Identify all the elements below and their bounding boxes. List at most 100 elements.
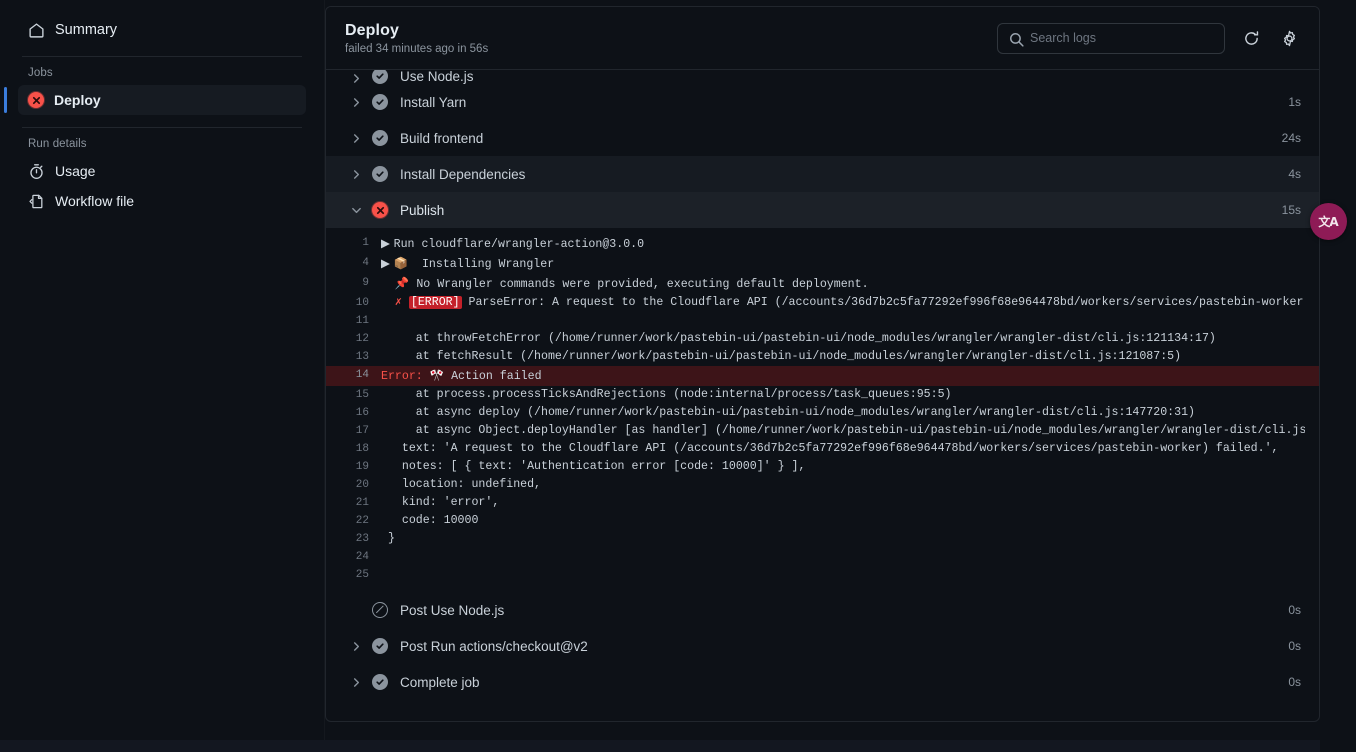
log-line: 18 text: 'A request to the Cloudflare AP… (326, 440, 1319, 458)
stopwatch-icon (28, 163, 45, 180)
sidebar-item-workflow-file[interactable]: Workflow file (18, 186, 306, 216)
log-line-number: 25 (355, 569, 369, 581)
step-row[interactable]: Install Yarn 1s (326, 84, 1319, 120)
chevron-down-icon (348, 205, 364, 216)
step-name: Use Node.js (400, 70, 474, 84)
chevron-right-icon (348, 677, 364, 688)
log-line: 14 Error: 🎌 Action failed (326, 366, 1319, 386)
log-line: 22 code: 10000 (326, 512, 1319, 530)
log-line-text: code: 10000 (381, 514, 479, 527)
sidebar-item-deploy-label: Deploy (54, 92, 101, 108)
step-duration: 0s (1288, 603, 1301, 617)
log-line: 9 📌 No Wrangler commands were provided, … (326, 274, 1319, 294)
step-row[interactable]: Complete job 0s (326, 664, 1319, 700)
page-title: Deploy (345, 21, 399, 39)
sidebar-item-usage[interactable]: Usage (18, 156, 306, 186)
log-line-text: Error: 🎌 Action failed (381, 368, 542, 383)
log-line-text (381, 548, 1305, 566)
log-line: 24 (326, 548, 1319, 566)
step-duration: 1s (1288, 95, 1301, 109)
chevron-right-icon (348, 169, 364, 180)
step-name: Post Run actions/checkout@v2 (400, 638, 588, 654)
log-line-text: location: undefined, (381, 478, 542, 491)
chevron-right-icon (348, 133, 364, 144)
refresh-icon[interactable] (1239, 26, 1263, 50)
chevron-right-icon (348, 73, 364, 84)
step-row[interactable]: Post Run actions/checkout@v2 0s (326, 628, 1319, 664)
chevron-right-icon (348, 641, 364, 652)
sidebar-item-summary-label: Summary (55, 21, 118, 38)
sidebar-run-details-group: Usage Workflow file (18, 156, 306, 216)
log-line: 25 (326, 566, 1319, 584)
log-line-number: 9 (362, 277, 369, 289)
log-line-number: 17 (355, 425, 369, 437)
log-line-number: 22 (355, 515, 369, 527)
sidebar-item-usage-label: Usage (55, 163, 96, 179)
success-status-icon (372, 166, 388, 182)
app-root: Summary Jobs Deploy Run details Usage Wo… (0, 0, 1356, 752)
translate-button[interactable]: 文A (1310, 203, 1347, 240)
log-line-text: at throwFetchError (/home/runner/work/pa… (381, 332, 1216, 345)
page-bottom-strip (0, 740, 1356, 752)
step-row-publish[interactable]: Publish 15s (326, 192, 1319, 228)
log-line: 17 at async Object.deployHandler [as han… (326, 422, 1319, 440)
step-duration: 0s (1288, 675, 1301, 689)
log-line: 13 at fetchResult (/home/runner/work/pas… (326, 348, 1319, 366)
success-status-icon (372, 638, 388, 654)
step-row[interactable]: Build frontend 24s (326, 120, 1319, 156)
log-line-text: } (381, 532, 395, 545)
step-duration: 15s (1281, 203, 1301, 217)
active-indicator (4, 87, 7, 113)
step-name: Complete job (400, 674, 480, 690)
log-line-number: 12 (355, 333, 369, 345)
sidebar-item-summary[interactable]: Summary (18, 14, 306, 46)
success-status-icon (372, 674, 388, 690)
sidebar-run-details-heading: Run details (28, 138, 87, 150)
sidebar-item-deploy[interactable]: Deploy (4, 85, 306, 115)
log-line-text: ▶ Run cloudflare/wrangler-action@3.0.0 (381, 236, 645, 251)
log-line-text: kind: 'error', (381, 496, 500, 509)
code-file-icon (28, 193, 45, 210)
panel-header-titles: Deploy failed 34 minutes ago in 56s (345, 22, 488, 55)
gear-icon[interactable] (1277, 26, 1301, 50)
search-logs-box[interactable] (997, 22, 1225, 54)
step-row[interactable]: Install Dependencies 4s (326, 156, 1319, 192)
log-line-number: 13 (355, 351, 369, 363)
step-row[interactable]: Post Use Node.js 0s (326, 592, 1319, 628)
job-status-subtitle: failed 34 minutes ago in 56s (345, 42, 489, 55)
log-line: 10 ✗ [ERROR] ParseError: A request to th… (326, 294, 1319, 312)
sidebar-divider-1 (22, 56, 302, 57)
step-row[interactable]: Use Node.js (326, 70, 1319, 84)
log-line-number: 18 (355, 443, 369, 455)
panel-header-actions (997, 22, 1301, 54)
failure-status-icon (372, 202, 388, 218)
skipped-status-icon (372, 602, 388, 618)
log-line: 20 location: undefined, (326, 476, 1319, 494)
log-line-text (381, 312, 1305, 330)
log-line-number: 21 (355, 497, 369, 509)
success-status-icon (372, 130, 388, 146)
log-line-number: 14 (355, 369, 369, 381)
log-line-number: 24 (355, 551, 369, 563)
search-icon (1008, 31, 1024, 47)
log-line-text: 📌 No Wrangler commands were provided, ex… (394, 276, 869, 291)
log-line-number: 11 (355, 315, 369, 327)
log-line-number: 10 (355, 297, 369, 309)
log-line-number: 1 (362, 237, 369, 249)
log-line-number: 15 (355, 389, 369, 401)
log-line-text: ✗ [ERROR] ParseError: A request to the C… (381, 296, 1305, 309)
log-line-number: 16 (355, 407, 369, 419)
log-output[interactable]: 1 ▶ Run cloudflare/wrangler-action@3.0.0 4… (326, 228, 1319, 592)
main-content: Deploy failed 34 minutes ago in 56s Sear… (325, 0, 1356, 752)
log-line-number: 4 (362, 257, 369, 269)
chevron-right-icon (348, 97, 364, 108)
log-line-number: 19 (355, 461, 369, 473)
search-input[interactable] (1030, 31, 1214, 45)
sidebar-item-workflow-file-label: Workflow file (55, 193, 135, 209)
step-name: Build frontend (400, 130, 484, 146)
panel-header: Deploy failed 34 minutes ago in 56s (326, 7, 1319, 70)
step-name: Install Yarn (400, 94, 467, 110)
home-icon (28, 22, 45, 39)
sidebar-jobs-heading: Jobs (28, 67, 53, 79)
log-line-number: 23 (355, 533, 369, 545)
